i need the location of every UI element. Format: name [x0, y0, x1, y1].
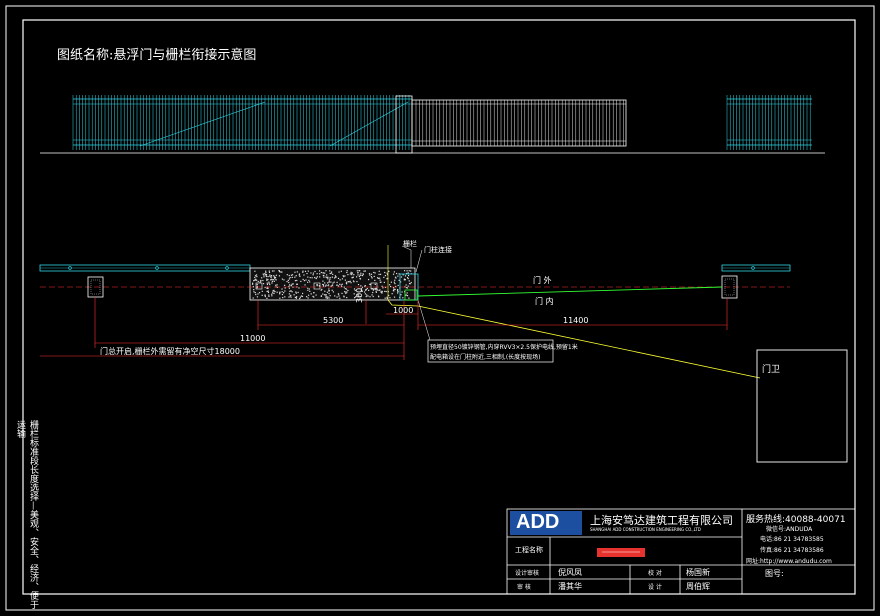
wechat: 微信号:ANDUDA	[766, 526, 813, 533]
dim-5300	[257, 300, 405, 330]
row2-name1: 潘其华	[558, 582, 582, 591]
dim-11400-label: 11400	[563, 316, 589, 325]
telephone: 电话:86 21 34783585	[760, 536, 824, 543]
row1-role1: 设计审核	[515, 570, 540, 577]
label-pillar: 栅栏	[403, 240, 417, 248]
elevation-gate	[411, 99, 627, 147]
guard-house-label: 门卫	[762, 365, 781, 375]
project-stamp	[597, 548, 645, 557]
elevation-left-fence	[72, 95, 412, 150]
dim-1000-label: 1000	[393, 306, 414, 315]
label-inside: 门 内	[535, 297, 554, 306]
website: 网址:http://www.andudu.com	[746, 558, 832, 565]
dim-11000-label: 11000	[240, 334, 266, 343]
drawing-sheet: 图纸名称:悬浮门与栅栏衔接示意图 栅栏标准段长度选择—美观、安全、经济、便于运输…	[0, 0, 880, 616]
dim-300-label: 300	[355, 287, 364, 303]
cable-line	[387, 299, 761, 379]
row2-role1: 审 核	[517, 584, 531, 591]
elevation-right-fence	[726, 95, 812, 150]
row1-name2: 杨国新	[686, 568, 710, 577]
company-logo: ADD	[516, 511, 560, 533]
dim-11400	[417, 298, 728, 330]
gate-body	[249, 267, 416, 301]
row1-name1: 倪风凤	[558, 568, 582, 577]
project-name-label: 工程名称	[515, 546, 543, 554]
company-name-cn: 上海安笃达建筑工程有限公司	[590, 514, 733, 527]
outer-frame	[5, 5, 875, 611]
side-note: 栅栏标准段长度选择—美观、安全、经济、便于运输	[15, 420, 38, 609]
dim-18000-label: 门总开启,栅栏外需留有净空尺寸18000	[100, 347, 240, 356]
row2-role2: 设 计	[648, 584, 662, 591]
company-name-en: SHANGHAI ADD CONSTRUCTION ENGINEERING CO…	[590, 527, 701, 532]
row1-role2: 校 对	[648, 570, 662, 577]
dim-5300-label: 5300	[323, 316, 344, 325]
drawing-number-label: 图号:	[765, 569, 784, 578]
note-line-2: 配电箱设在门柱附近,三相制,(长度按现场)	[430, 354, 541, 361]
drawing-title: 图纸名称:悬浮门与栅栏衔接示意图	[57, 48, 257, 63]
row2-name2: 周伯辉	[686, 582, 710, 591]
label-connector: 门柱连接	[424, 246, 452, 254]
label-outside: 门 外	[533, 276, 552, 285]
fax: 传真:86 21 34783586	[760, 547, 824, 554]
elevation-view	[40, 95, 825, 154]
note-line-1: 预埋直径50镀锌钢管,内穿RVV3×2.5保护电线,预留1米	[430, 344, 578, 351]
track-line	[417, 286, 723, 297]
